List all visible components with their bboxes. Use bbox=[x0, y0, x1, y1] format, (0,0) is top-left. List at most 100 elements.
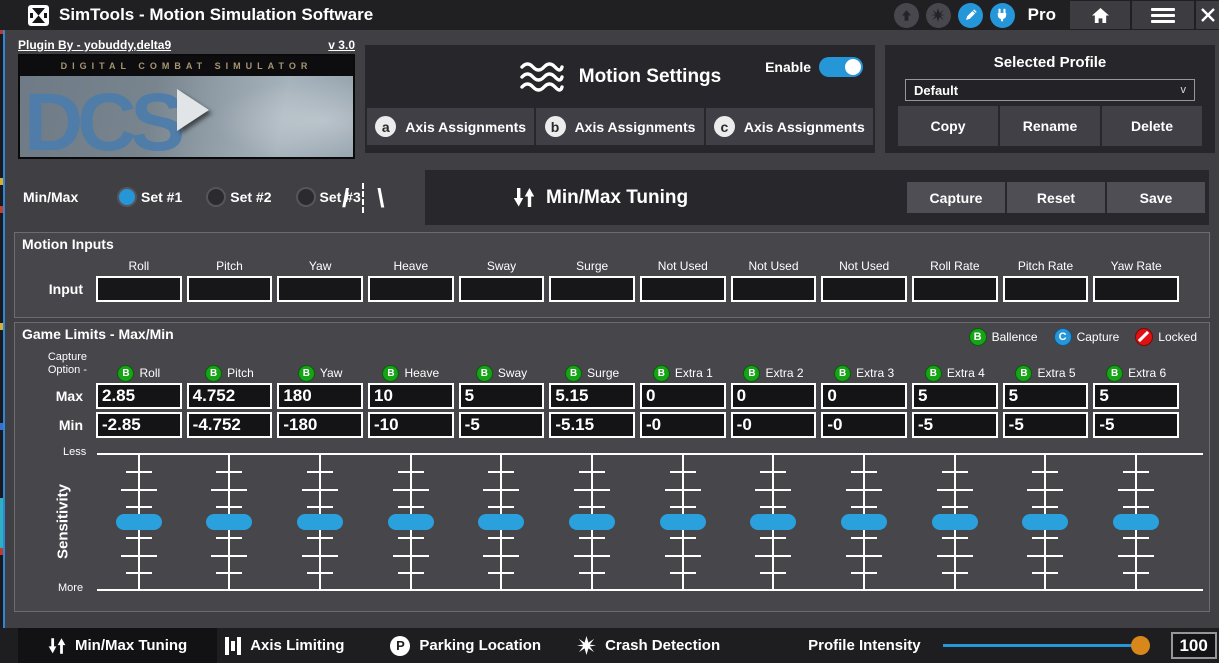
slider-handle[interactable] bbox=[116, 514, 162, 530]
enable-toggle[interactable] bbox=[819, 57, 863, 77]
tab-crash-detection[interactable]: Crash Detection bbox=[577, 636, 720, 655]
min-extra4[interactable]: -5 bbox=[912, 412, 998, 438]
sensitivity-slider-extra6[interactable] bbox=[1093, 453, 1179, 591]
game-thumbnail[interactable]: DIGITAL COMBAT SIMULATOR DCS bbox=[18, 54, 355, 159]
input-yawrate[interactable] bbox=[1093, 276, 1179, 302]
input-notused-2[interactable] bbox=[731, 276, 817, 302]
input-rollrate[interactable] bbox=[912, 276, 998, 302]
slider-handle[interactable] bbox=[750, 514, 796, 530]
min-extra1[interactable]: -0 bbox=[640, 412, 726, 438]
home-button[interactable] bbox=[1070, 1, 1130, 29]
max-extra1[interactable]: 0 bbox=[640, 383, 726, 409]
max-extra2[interactable]: 0 bbox=[731, 383, 817, 409]
slider-handle[interactable] bbox=[206, 514, 252, 530]
slider-handle[interactable] bbox=[297, 514, 343, 530]
profile-intensity-slider[interactable] bbox=[943, 644, 1141, 647]
tab-parking-location[interactable]: P Parking Location bbox=[390, 636, 541, 656]
sensitivity-slider-extra4[interactable] bbox=[912, 453, 998, 591]
max-surge[interactable]: 5.15 bbox=[549, 383, 635, 409]
slider-handle[interactable] bbox=[932, 514, 978, 530]
input-pitch[interactable] bbox=[187, 276, 273, 302]
limit-col-header[interactable]: BExtra 2 bbox=[731, 363, 817, 383]
sensitivity-slider-surge[interactable] bbox=[549, 453, 635, 591]
min-yaw[interactable]: -180 bbox=[277, 412, 363, 438]
slider-handle[interactable] bbox=[1113, 514, 1159, 530]
slider-handle[interactable] bbox=[388, 514, 434, 530]
tab-axis-limiting[interactable]: Axis Limiting bbox=[225, 637, 344, 655]
sensitivity-slider-pitch[interactable] bbox=[187, 453, 273, 591]
limit-col-header[interactable]: BRoll bbox=[96, 363, 182, 383]
input-notused-3[interactable] bbox=[821, 276, 907, 302]
slider-handle[interactable] bbox=[1022, 514, 1068, 530]
min-surge[interactable]: -5.15 bbox=[549, 412, 635, 438]
delete-button[interactable]: Delete bbox=[1102, 106, 1202, 146]
axis-assignments-a-button[interactable]: a Axis Assignments bbox=[367, 108, 534, 145]
sensitivity-slider-yaw[interactable] bbox=[277, 453, 363, 591]
min-heave[interactable]: -10 bbox=[368, 412, 454, 438]
limit-col-header[interactable]: BExtra 6 bbox=[1093, 363, 1179, 383]
sensitivity-slider-roll[interactable] bbox=[96, 453, 182, 591]
min-extra3[interactable]: -0 bbox=[821, 412, 907, 438]
profile-select[interactable]: Default v bbox=[905, 79, 1195, 101]
slider-handle[interactable] bbox=[478, 514, 524, 530]
max-heave[interactable]: 10 bbox=[368, 383, 454, 409]
preset-center-icon[interactable] bbox=[362, 183, 364, 213]
input-yaw[interactable] bbox=[277, 276, 363, 302]
max-sway[interactable]: 5 bbox=[459, 383, 545, 409]
min-extra2[interactable]: -0 bbox=[731, 412, 817, 438]
profile-intensity-handle[interactable] bbox=[1131, 636, 1150, 655]
limit-col-header[interactable]: BExtra 1 bbox=[640, 363, 726, 383]
input-notused-1[interactable] bbox=[640, 276, 726, 302]
limit-col-header[interactable]: BExtra 4 bbox=[912, 363, 998, 383]
sensitivity-slider-sway[interactable] bbox=[459, 453, 545, 591]
input-roll[interactable] bbox=[96, 276, 182, 302]
slider-handle[interactable] bbox=[569, 514, 615, 530]
input-heave[interactable] bbox=[368, 276, 454, 302]
max-extra4[interactable]: 5 bbox=[912, 383, 998, 409]
input-sway[interactable] bbox=[459, 276, 545, 302]
rename-button[interactable]: Rename bbox=[1000, 106, 1100, 146]
limit-col-header[interactable]: BHeave bbox=[368, 363, 454, 383]
update-button[interactable] bbox=[894, 3, 919, 28]
set2-radio[interactable]: Set #2 bbox=[206, 187, 271, 207]
max-pitch[interactable]: 4.752 bbox=[187, 383, 273, 409]
min-extra5[interactable]: -5 bbox=[1003, 412, 1089, 438]
max-extra6[interactable]: 5 bbox=[1093, 383, 1179, 409]
min-roll[interactable]: -2.85 bbox=[96, 412, 182, 438]
limit-col-header[interactable]: BPitch bbox=[187, 363, 273, 383]
limit-col-header[interactable]: BExtra 5 bbox=[1003, 363, 1089, 383]
capture-button[interactable]: Capture bbox=[907, 182, 1005, 213]
sensitivity-slider-extra1[interactable] bbox=[640, 453, 726, 591]
axis-assignments-b-button[interactable]: b Axis Assignments bbox=[536, 108, 703, 145]
edit-button[interactable] bbox=[958, 3, 983, 28]
close-button[interactable] bbox=[1196, 1, 1219, 29]
menu-button[interactable] bbox=[1132, 1, 1194, 29]
slider-handle[interactable] bbox=[841, 514, 887, 530]
min-sway[interactable]: -5 bbox=[459, 412, 545, 438]
sensitivity-slider-heave[interactable] bbox=[368, 453, 454, 591]
limit-col-header[interactable]: BExtra 3 bbox=[821, 363, 907, 383]
input-surge[interactable] bbox=[549, 276, 635, 302]
sensitivity-slider-extra2[interactable] bbox=[731, 453, 817, 591]
min-pitch[interactable]: -4.752 bbox=[187, 412, 273, 438]
limit-col-header[interactable]: BYaw bbox=[277, 363, 363, 383]
reset-button[interactable]: Reset bbox=[1007, 182, 1105, 213]
set1-radio[interactable]: Set #1 bbox=[117, 187, 182, 207]
copy-button[interactable]: Copy bbox=[898, 106, 998, 146]
max-yaw[interactable]: 180 bbox=[277, 383, 363, 409]
tab-minmax-tuning[interactable]: Min/Max Tuning bbox=[18, 628, 217, 663]
slider-handle[interactable] bbox=[660, 514, 706, 530]
max-extra3[interactable]: 0 bbox=[821, 383, 907, 409]
save-button[interactable]: Save bbox=[1107, 182, 1205, 213]
max-extra5[interactable]: 5 bbox=[1003, 383, 1089, 409]
play-icon[interactable] bbox=[177, 89, 209, 131]
preset-rise-icon[interactable]: / bbox=[342, 185, 349, 211]
min-extra6[interactable]: -5 bbox=[1093, 412, 1179, 438]
sensitivity-slider-extra5[interactable] bbox=[1003, 453, 1089, 591]
max-roll[interactable]: 2.85 bbox=[96, 383, 182, 409]
limit-col-header[interactable]: BSurge bbox=[549, 363, 635, 383]
plugin-button[interactable] bbox=[990, 3, 1015, 28]
input-pitchrate[interactable] bbox=[1003, 276, 1089, 302]
limit-col-header[interactable]: BSway bbox=[459, 363, 545, 383]
axis-assignments-c-button[interactable]: c Axis Assignments bbox=[706, 108, 873, 145]
